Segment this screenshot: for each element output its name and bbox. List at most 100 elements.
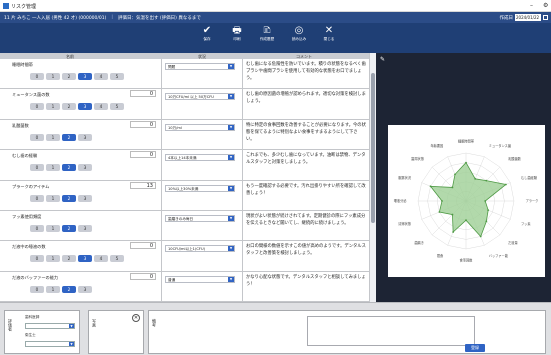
score-button-0[interactable]: 0	[30, 73, 44, 80]
list-scrollbar[interactable]	[369, 53, 376, 302]
score-button-0[interactable]: 0	[30, 285, 44, 293]
photo-label: 写真	[92, 319, 97, 327]
save-button[interactable]: ✔ 保存	[198, 24, 216, 48]
status-dropdown[interactable]: 10万/ml ▼	[165, 123, 235, 131]
bottom-panel: 評価者 歯科医師 ▼ 衛生士 ▼ 写真 ✕ 備考 登録	[0, 302, 551, 355]
score-button-5[interactable]: 5	[110, 103, 124, 111]
row-name: だ液中の唾液の数	[12, 244, 46, 250]
status-dropdown-value: 10%以上30%未満	[168, 186, 199, 191]
score-button-1[interactable]: 1	[46, 194, 60, 202]
score-button-0[interactable]: 0	[30, 194, 44, 202]
score-button-3[interactable]: 3	[78, 194, 92, 202]
radar-point	[474, 177, 477, 180]
radar-point	[438, 211, 441, 213]
hygienist-dropdown[interactable]: ▼	[25, 341, 75, 347]
score-button-0[interactable]: 0	[30, 225, 44, 232]
row-comment: むし歯の原因菌の増殖が認められます。適切な対策を検討しましょう。	[243, 89, 369, 119]
score-button-3[interactable]: 3	[78, 164, 92, 172]
score-button-1[interactable]: 1	[46, 285, 60, 293]
history-button[interactable]: 🗈 作成履歴	[258, 24, 276, 48]
row-comment: かなり心配な状態です。デンタルスタッフと相談してみましょう！	[243, 271, 369, 302]
status-dropdown[interactable]: 10CFU/ml以上1(CFU) ▼	[165, 245, 235, 253]
score-button-5[interactable]: 5	[110, 255, 124, 263]
close-button[interactable]: ✕ 閉じる	[320, 24, 338, 48]
print-button[interactable]: 🖶 印刷	[228, 24, 246, 48]
score-button-4[interactable]: 4	[94, 255, 108, 263]
risk-row: プラークのアイテム 13 0 1 2 3 10%以上30%未満 ▼ もう一度確認する必要です。汚…	[0, 180, 369, 211]
evaluator-label: 評価者	[8, 319, 13, 331]
score-button-1[interactable]: 1	[46, 164, 60, 172]
hygienist-label: 衛生士	[25, 333, 36, 337]
radar-point	[452, 231, 455, 233]
radar-point	[484, 200, 487, 202]
score-button-0[interactable]: 0	[30, 255, 44, 263]
row-score-cell: ミュータンス菌の数 0 0 1 2 3 4 5	[0, 89, 162, 119]
score-button-1[interactable]: 1	[46, 255, 60, 263]
row-score-cell: だ液中の唾液の数 0 0 1 2 3 4 5	[0, 241, 162, 271]
window-settings-button[interactable]: ⚙	[543, 2, 548, 9]
score-scale: 0123	[30, 194, 92, 202]
score-button-0[interactable]: 0	[30, 103, 44, 111]
chevron-down-icon: ▼	[228, 94, 234, 100]
register-button[interactable]: 登録	[465, 344, 485, 352]
remove-photo-icon[interactable]: ✕	[132, 314, 140, 322]
score-button-3[interactable]: 3	[78, 103, 92, 111]
row-value-input[interactable]: 0	[130, 242, 156, 250]
radar-axis-label: だ液量	[508, 240, 518, 245]
score-button-1[interactable]: 1	[46, 73, 60, 80]
score-scale: 0123	[30, 164, 92, 172]
score-button-3[interactable]: 3	[78, 285, 92, 293]
status-dropdown[interactable]: 歯磨きのみ毎日 ▼	[165, 215, 235, 222]
status-dropdown-value: 問題	[168, 65, 176, 69]
score-button-2[interactable]: 2	[62, 285, 76, 293]
row-value-input[interactable]: 0	[130, 90, 156, 98]
score-button-1[interactable]: 1	[46, 103, 60, 111]
score-button-3[interactable]: 3	[78, 225, 92, 232]
radar-axis-label: フッ素	[521, 221, 531, 226]
row-score-cell: 睡眠時間帯 0 1 2 3 4 5	[0, 59, 162, 89]
score-button-3[interactable]: 3	[78, 255, 92, 263]
score-button-2[interactable]: 2	[62, 255, 76, 263]
score-button-4[interactable]: 4	[94, 73, 108, 80]
row-value-input[interactable]: 13	[130, 181, 156, 189]
score-button-2[interactable]: 2	[62, 73, 76, 80]
reading-label: 読み込み	[291, 37, 307, 41]
score-button-0[interactable]: 0	[30, 133, 44, 141]
score-button-2[interactable]: 2	[62, 225, 76, 232]
row-status-cell: 普通 ▼	[162, 271, 243, 302]
status-dropdown[interactable]: 問題 ▼	[165, 63, 235, 70]
score-button-2[interactable]: 2	[62, 194, 76, 202]
reading-button[interactable]: ◎ 読み込み	[290, 24, 308, 48]
radar-axis-label: 食事回数	[460, 258, 474, 263]
score-button-0[interactable]: 0	[30, 164, 44, 172]
dentist-dropdown[interactable]: ▼	[25, 323, 75, 329]
row-status-cell: 10CFU/ml以上1(CFU) ▼	[162, 241, 243, 271]
row-value-input[interactable]: 0	[130, 151, 156, 159]
notes-box: 備考 登録	[148, 310, 546, 354]
close-icon: ✕	[324, 25, 334, 36]
status-dropdown[interactable]: 4本以上14本未満 ▼	[165, 154, 235, 162]
scrollbar-thumb[interactable]	[371, 73, 375, 223]
score-button-2[interactable]: 2	[62, 133, 76, 141]
score-button-2[interactable]: 2	[62, 103, 76, 111]
score-button-1[interactable]: 1	[46, 225, 60, 232]
status-dropdown[interactable]: 10万CFU/ml 以上 50万CFU ▼	[165, 93, 235, 101]
status-dropdown[interactable]: 普通 ▼	[165, 275, 235, 283]
row-comment: お口の間様の数値を示すこの値が高めのようです。デンタルスタッフと改善策を検討しま…	[243, 241, 369, 271]
minimize-button[interactable]: –	[530, 2, 533, 9]
score-button-2[interactable]: 2	[62, 164, 76, 172]
row-value-input[interactable]: 0	[130, 272, 156, 280]
score-scale: 012345	[30, 73, 124, 80]
date-input[interactable]: 2024/01/22	[515, 14, 541, 21]
score-button-4[interactable]: 4	[94, 103, 108, 111]
grid-icon[interactable]	[543, 15, 548, 20]
score-button-5[interactable]: 5	[110, 73, 124, 80]
row-value-input[interactable]: 0	[130, 120, 156, 128]
notes-textarea[interactable]	[307, 316, 475, 346]
score-button-1[interactable]: 1	[46, 133, 60, 141]
pin-icon[interactable]: ✎	[380, 56, 385, 63]
radar-point	[505, 183, 507, 186]
score-button-3[interactable]: 3	[78, 73, 92, 80]
status-dropdown[interactable]: 10%以上30%未満 ▼	[165, 184, 235, 192]
score-button-3[interactable]: 3	[78, 133, 92, 141]
